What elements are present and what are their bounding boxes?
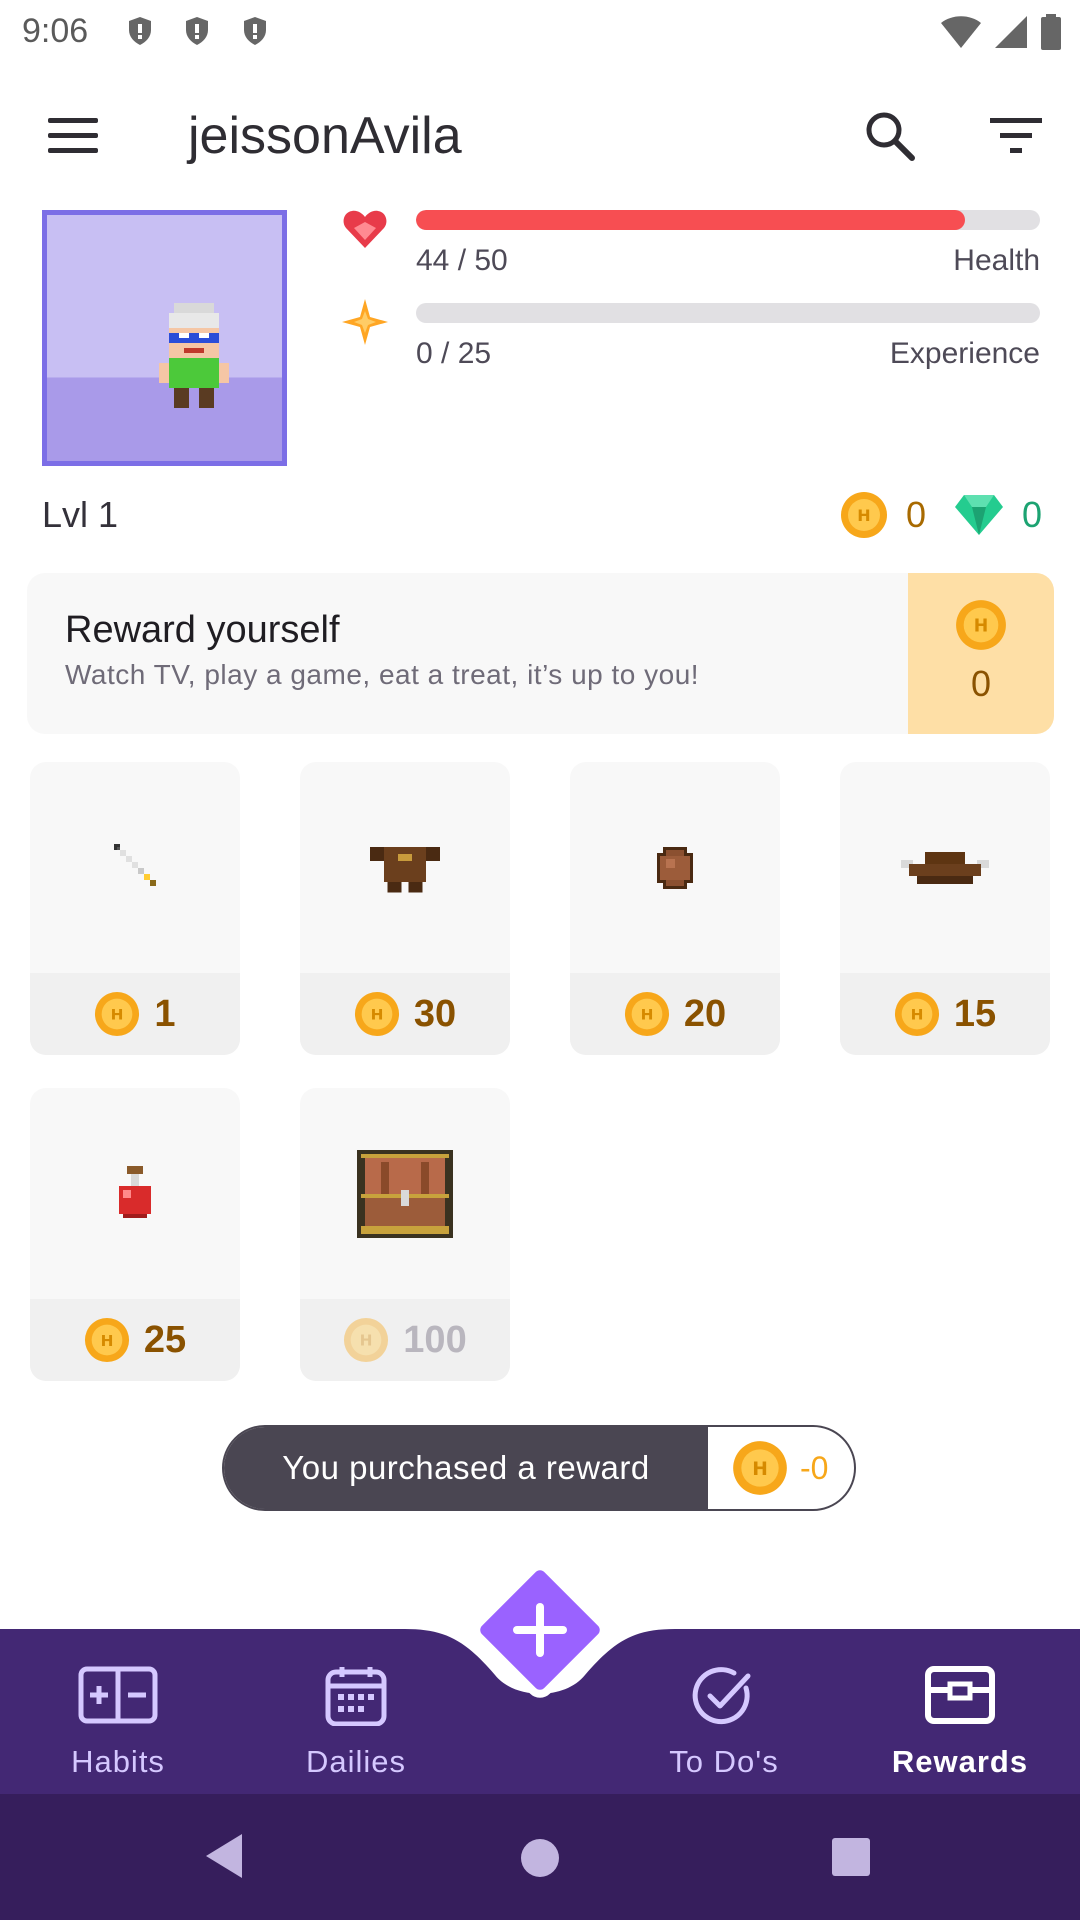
health-bar [416, 210, 1040, 230]
nav-tab-habits[interactable]: Habits [18, 1660, 218, 1790]
shop-item[interactable]: H 100 [300, 1088, 510, 1381]
health-potion-icon [119, 1165, 151, 1218]
purchase-snackbar: You purchased a reward H -0 [222, 1425, 856, 1511]
nav-tab-dailies[interactable]: Dailies [256, 1660, 456, 1790]
heart-icon [343, 210, 387, 248]
gold-coin-icon: H [841, 492, 887, 538]
battery-icon [1041, 14, 1061, 50]
home-icon[interactable] [518, 1836, 562, 1880]
cell-signal-icon [995, 16, 1027, 48]
menu-icon[interactable] [48, 118, 98, 154]
svg-text:H: H [752, 1459, 768, 1480]
health-value: 44 / 50 [416, 244, 508, 277]
treasure-chest-icon [357, 1149, 453, 1238]
hat-icon [901, 851, 989, 884]
item-price: 15 [953, 992, 997, 1035]
search-icon[interactable] [860, 106, 920, 166]
add-task-button[interactable] [470, 1560, 610, 1700]
svg-text:H: H [111, 1006, 124, 1024]
item-price: 100 [403, 1318, 467, 1361]
gold-amount: 0 [906, 494, 927, 535]
habits-icon [78, 1666, 158, 1724]
nav-label: Dailies [305, 1744, 407, 1779]
nav-label: To Do's [669, 1744, 779, 1779]
gold-coin-icon: H [624, 991, 669, 1037]
gold-coin-icon: H [956, 600, 1006, 650]
gem-icon [955, 495, 1003, 535]
gold-coin-icon: H [344, 1317, 389, 1363]
nav-label: Habits [71, 1744, 165, 1779]
gem-counter: 0 [954, 490, 1042, 540]
gold-counter: H 0 [840, 490, 926, 540]
item-price: 1 [154, 992, 176, 1035]
svg-text:H: H [360, 1332, 373, 1350]
star-icon [342, 299, 388, 345]
reward-subtitle: Watch TV, play a game, eat a treat, it’s… [65, 659, 700, 690]
shop-item[interactable]: H 30 [300, 762, 510, 1055]
shop-item[interactable]: H 20 [570, 762, 780, 1055]
nav-tab-rewards[interactable]: Rewards [860, 1660, 1060, 1790]
svg-text:H: H [370, 1006, 383, 1024]
health-stat: 44 / 50 Health [340, 210, 1040, 280]
level-label: Lvl 1 [42, 494, 119, 535]
experience-stat: 0 / 25 Experience [340, 299, 1040, 373]
reward-title: Reward yourself [65, 609, 340, 651]
security-notification-icon [186, 17, 208, 45]
reward-buy-button[interactable]: H 0 [908, 573, 1054, 734]
status-bar: 9:06 [0, 0, 1080, 62]
gem-amount: 0 [1022, 494, 1043, 535]
gold-coin-icon: H [733, 1441, 787, 1495]
experience-bar [416, 303, 1040, 323]
gold-coin-icon: H [95, 991, 140, 1037]
svg-text:H: H [640, 1006, 653, 1024]
snackbar-delta-value: -0 [800, 1449, 829, 1486]
custom-reward-card[interactable]: Reward yourself Watch TV, play a game, e… [27, 573, 1054, 734]
security-notification-icon [244, 17, 266, 45]
item-price: 30 [413, 992, 457, 1035]
gold-coin-icon: H [84, 1317, 129, 1363]
security-notification-icon [129, 17, 151, 45]
svg-text:H: H [910, 1006, 923, 1024]
experience-label: Experience [889, 337, 1040, 370]
svg-text:H: H [857, 506, 870, 525]
avatar-character-icon [159, 303, 229, 408]
gold-coin-icon: H [894, 991, 939, 1037]
nav-tab-todos[interactable]: To Do's [624, 1660, 824, 1790]
shop-item[interactable]: H 15 [840, 762, 1050, 1055]
recents-icon[interactable] [830, 1836, 872, 1878]
experience-value: 0 / 25 [416, 337, 492, 370]
item-price: 20 [683, 992, 727, 1035]
gold-coin-icon: H [354, 991, 399, 1037]
health-label: Health [953, 244, 1040, 277]
armor-icon [370, 846, 440, 892]
back-icon[interactable] [202, 1832, 246, 1880]
shop-item[interactable]: H 1 [30, 762, 240, 1055]
system-navigation-bar [0, 1794, 1080, 1920]
nav-label: Rewards [891, 1744, 1029, 1779]
item-price: 25 [143, 1318, 187, 1361]
page-title: jeissonAvila [188, 107, 462, 165]
check-circle-icon [692, 1667, 751, 1725]
svg-text:H: H [100, 1332, 113, 1350]
shield-icon [657, 846, 693, 889]
calendar-icon [325, 1667, 387, 1726]
reward-cost: 0 [970, 663, 992, 704]
snackbar-message: You purchased a reward [224, 1427, 708, 1509]
svg-text:H: H [974, 617, 989, 637]
wifi-icon [941, 16, 981, 48]
sword-icon [114, 843, 156, 886]
status-time: 9:06 [22, 12, 89, 50]
shop-item[interactable]: H 25 [30, 1088, 240, 1381]
snackbar-gold-delta: H -0 [732, 1440, 828, 1496]
app-bar: jeissonAvila [0, 62, 1080, 207]
avatar[interactable] [42, 210, 287, 466]
filter-icon[interactable] [988, 114, 1044, 158]
rewards-chest-icon [925, 1666, 995, 1724]
